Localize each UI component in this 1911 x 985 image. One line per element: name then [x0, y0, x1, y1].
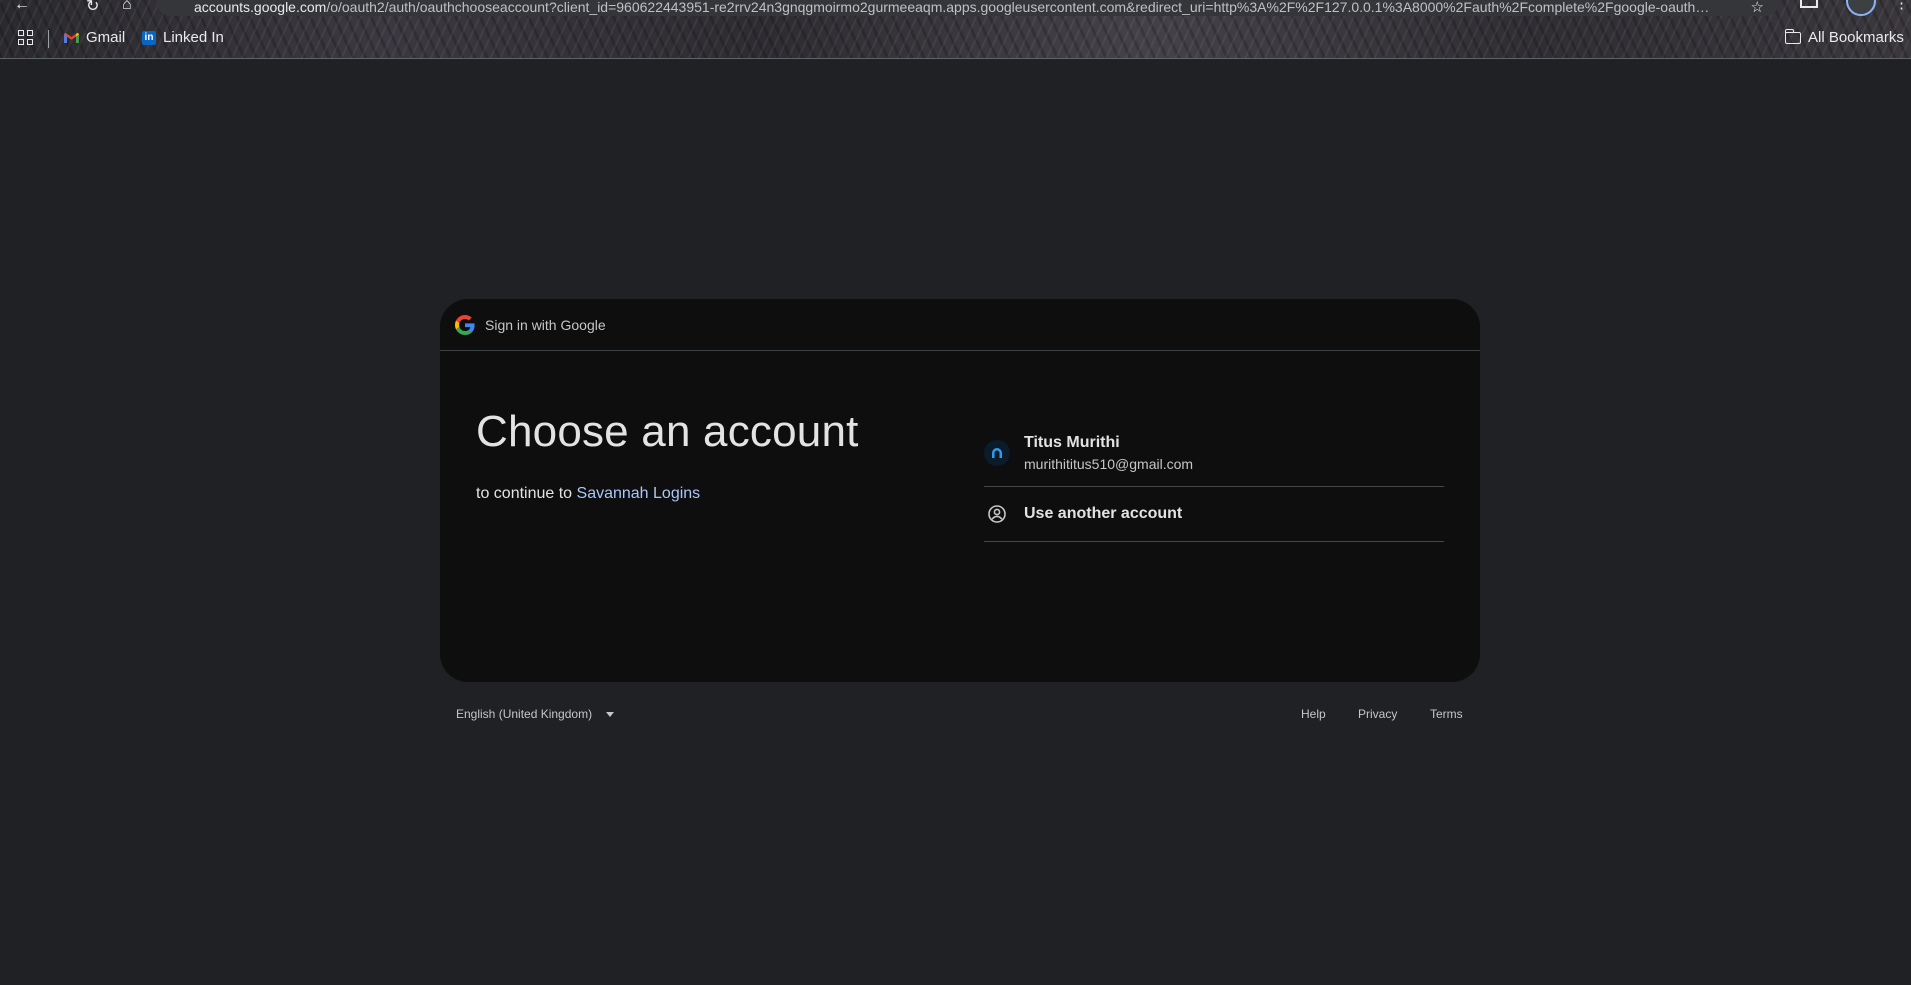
use-another-account-label: Use another account — [1024, 505, 1183, 522]
page-title: Choose an account — [476, 407, 859, 456]
home-icon[interactable]: ⌂ — [122, 0, 132, 14]
footer: English (United Kingdom) Help Privacy Te… — [440, 705, 1480, 725]
privacy-link[interactable]: Privacy — [1358, 707, 1397, 721]
all-bookmarks-label: All Bookmarks — [1808, 29, 1904, 46]
bookmark-linkedin[interactable]: in Linked In — [142, 29, 224, 46]
card-header: Sign in with Google — [440, 299, 1480, 351]
gmail-icon — [64, 32, 79, 43]
linkedin-icon: in — [142, 30, 156, 45]
account-item[interactable]: Titus Murithi murithititus510@gmail.com — [984, 419, 1444, 487]
bookmarks-separator — [48, 30, 49, 48]
folder-icon — [1784, 28, 1801, 44]
avatar-logo-icon — [992, 447, 1002, 458]
bookmark-star-icon[interactable]: ☆ — [1751, 0, 1764, 16]
card-header-text: Sign in with Google — [485, 316, 606, 333]
subtitle: to continue to Savannah Logins — [476, 485, 700, 503]
address-bar[interactable]: accounts.google.com/o/oauth2/auth/oauthc… — [156, 0, 1780, 16]
reload-icon[interactable]: ↻ — [86, 0, 99, 16]
bookmark-label: Linked In — [163, 29, 224, 46]
subtitle-prefix: to continue to — [476, 485, 577, 502]
all-bookmarks[interactable]: All Bookmarks — [1784, 28, 1904, 46]
browser-menu-icon[interactable]: ⋮ — [1894, 0, 1909, 12]
account-avatar — [984, 439, 1010, 466]
extensions-icon[interactable] — [1800, 0, 1818, 8]
language-label: English (United Kingdom) — [456, 707, 593, 721]
chevron-down-icon — [606, 711, 615, 717]
apps-grid-icon[interactable] — [18, 30, 34, 46]
bookmark-label: Gmail — [86, 29, 126, 46]
back-icon[interactable]: ← — [14, 0, 30, 14]
google-logo-icon — [455, 314, 475, 335]
bookmark-gmail[interactable]: Gmail — [64, 29, 125, 46]
terms-link[interactable]: Terms — [1430, 707, 1463, 721]
account-name: Titus Murithi — [1024, 433, 1120, 451]
bookmarks-bar: Gmail in Linked In All Bookmarks — [0, 24, 1911, 52]
language-select[interactable]: English (United Kingdom) — [456, 707, 615, 721]
browser-chrome: ← ↻ ⌂ accounts.google.com/o/oauth2/auth/… — [0, 0, 1911, 59]
help-link[interactable]: Help — [1301, 707, 1326, 721]
app-name-link[interactable]: Savannah Logins — [577, 485, 701, 502]
account-circle-icon — [988, 505, 1006, 523]
account-text: Titus Murithi murithititus510@gmail.com — [1024, 434, 1193, 472]
url-text[interactable]: accounts.google.com/o/oauth2/auth/oauthc… — [194, 0, 1734, 15]
account-list: Titus Murithi murithititus510@gmail.com … — [984, 419, 1444, 542]
account-chooser-card: Sign in with Google Choose an account to… — [440, 299, 1480, 682]
use-another-account-button[interactable]: Use another account — [984, 487, 1444, 542]
account-email: murithititus510@gmail.com — [1024, 455, 1194, 472]
